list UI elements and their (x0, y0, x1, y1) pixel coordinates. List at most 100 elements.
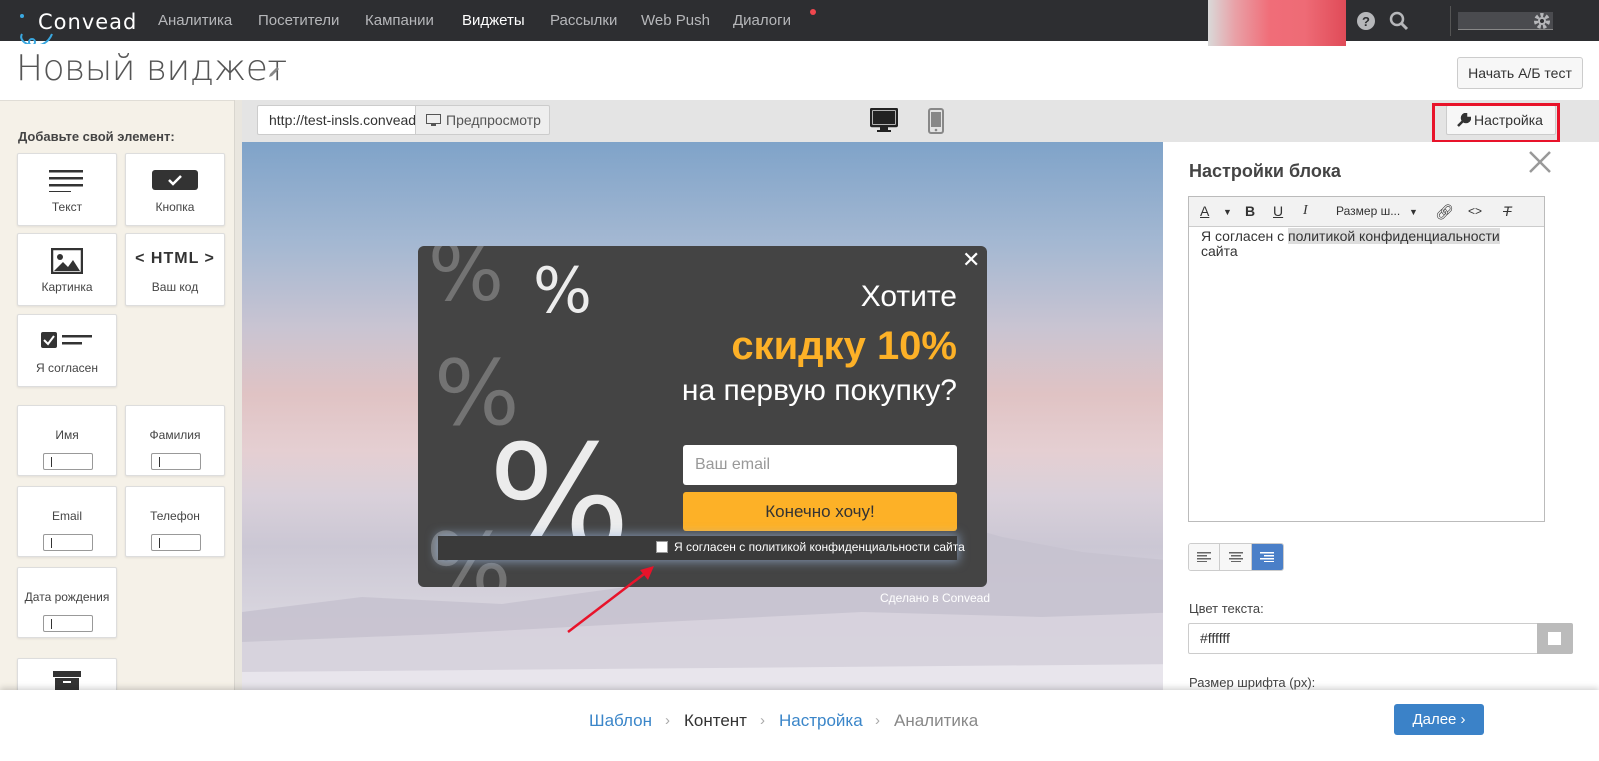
svg-text:?: ? (1362, 14, 1370, 29)
tile-phone[interactable]: Телефон (125, 486, 225, 557)
pixelated-avatar (1208, 0, 1346, 46)
mini-input-icon (43, 534, 93, 551)
popup-email-input[interactable]: Ваш email (683, 445, 957, 485)
clear-format-icon[interactable]: T (1503, 203, 1512, 219)
mini-input-icon (43, 615, 93, 632)
underline-icon[interactable]: U (1273, 203, 1283, 219)
align-right-button[interactable] (1251, 544, 1283, 570)
search-icon[interactable] (1389, 11, 1409, 31)
monitor-icon (426, 114, 441, 126)
link-icon[interactable]: 🔗︎ (1435, 203, 1454, 221)
nav-item-dialogs[interactable]: Диалоги (733, 12, 791, 29)
tile-email[interactable]: Email (17, 486, 117, 557)
tile-last-name[interactable]: Фамилия (125, 405, 225, 476)
wizard-footer: Шаблон › Контент › Настройка › Аналитика… (0, 690, 1599, 761)
chevron-right-icon: › (875, 712, 880, 729)
help-icon[interactable]: ? (1356, 11, 1376, 31)
desktop-view-icon[interactable] (870, 108, 898, 132)
align-center-button[interactable] (1220, 544, 1252, 570)
start-ab-test-button[interactable]: Начать А/Б тест (1457, 57, 1583, 89)
tile-first-name[interactable]: Имя (17, 405, 117, 476)
sidebar-heading: Добавьте свой элемент: (18, 129, 175, 144)
image-icon (51, 248, 83, 274)
agree-checkbox[interactable] (656, 541, 668, 553)
logo-text: Convead (38, 10, 138, 34)
html-code-icon: < HTML > (135, 250, 215, 267)
page-title: Новый виджет (16, 48, 287, 89)
nav-item-mailings[interactable]: Рассылки (550, 12, 617, 29)
gear-icon[interactable] (1532, 11, 1552, 31)
tile-button[interactable]: Кнопка (125, 153, 225, 226)
color-picker-button[interactable] (1537, 623, 1573, 654)
step-content: Контент (684, 711, 747, 730)
rich-text-editor[interactable]: A ▼ B U I Размер ш... ▼ 🔗︎ <> T Я соглас… (1188, 196, 1545, 522)
source-code-icon[interactable]: <> (1468, 204, 1482, 218)
tile-birthdate[interactable]: Дата рождения (17, 567, 117, 638)
nav-item-widgets[interactable]: Виджеты (462, 12, 525, 29)
tile-label: Дата рождения (24, 590, 110, 604)
popup-headline-2: скидку 10% (731, 324, 957, 368)
next-label: Далее (1412, 711, 1457, 728)
nav-item-campaigns[interactable]: Кампании (365, 12, 434, 29)
text-color-icon[interactable]: A (1200, 203, 1209, 219)
editor-content[interactable]: Я согласен с политикой конфиденциальност… (1201, 228, 1531, 259)
nav-item-visitors[interactable]: Посетители (258, 12, 339, 29)
annotation-highlight-box (1432, 103, 1560, 143)
bold-icon[interactable]: B (1245, 203, 1255, 219)
chevron-right-icon: › (665, 712, 670, 729)
step-analytics: Аналитика (894, 711, 979, 730)
chevron-right-icon: › (760, 712, 765, 729)
tile-text[interactable]: Текст (17, 153, 117, 226)
tile-label: Картинка (41, 280, 93, 294)
step-template[interactable]: Шаблон (589, 711, 652, 731)
popup-submit-button[interactable]: Конечно хочу! (683, 492, 957, 531)
popup-agree-block[interactable]: Я согласен с политикой конфиденциальност… (438, 536, 965, 560)
nav-item-web-push[interactable]: Web Push (641, 12, 710, 29)
made-by-convead[interactable]: Сделано в Convead (880, 591, 990, 605)
preview-button[interactable]: Предпросмотр (415, 105, 550, 135)
notification-dot (810, 9, 816, 15)
italic-icon[interactable]: I (1303, 203, 1308, 219)
next-button[interactable]: Далее › (1394, 704, 1484, 735)
popup-headline-3: на первую покупку? (681, 374, 957, 407)
chevron-down-icon[interactable]: ▼ (1409, 207, 1418, 217)
mobile-view-icon[interactable] (928, 108, 944, 134)
text-color-input[interactable]: #ffffff (1188, 623, 1538, 654)
chevron-down-icon[interactable]: ▼ (1223, 207, 1232, 217)
widget-popup: % % % % % Хотите скидку 10% на первую по… (418, 246, 987, 587)
top-nav: Convead Аналитика Посетители Кампании Ви… (0, 0, 1599, 46)
archive-box-icon (53, 671, 81, 691)
mini-input-icon (151, 453, 201, 470)
font-size-label: Размер шрифта (px): (1189, 675, 1316, 690)
sidebar-resize-handle[interactable] (234, 100, 242, 704)
editor-text-tail: сайта (1201, 243, 1238, 259)
panel-close-icon[interactable] (1528, 150, 1552, 174)
editor-toolbar: A ▼ B U I Размер ш... ▼ 🔗︎ <> T (1189, 197, 1544, 227)
element-sidebar: Добавьте свой элемент: Текст Кнопка Карт… (0, 100, 234, 718)
align-left-button[interactable] (1189, 544, 1221, 570)
align-center-icon (1228, 552, 1243, 562)
preview-url-field[interactable]: http://test-insls.convead.ru (257, 105, 417, 135)
mini-input-icon (151, 534, 201, 551)
step-settings[interactable]: Настройка (779, 711, 863, 731)
convead-logo[interactable]: Convead (14, 4, 144, 44)
popup-headline-1: Хотите (860, 280, 957, 313)
editor-text-plain: Я согласен с (1201, 228, 1288, 244)
text-color-label: Цвет текста: (1189, 601, 1264, 616)
tile-image[interactable]: Картинка (17, 233, 117, 306)
popup-close-icon[interactable]: ✕ (962, 249, 980, 271)
preview-label: Предпросмотр (446, 112, 541, 128)
percent-decoration: % (428, 246, 505, 319)
button-icon (152, 170, 198, 190)
panel-title: Настройки блока (1189, 161, 1341, 181)
tile-agree[interactable]: Я согласен (17, 314, 117, 387)
tile-custom-code[interactable]: < HTML > Ваш код (125, 233, 225, 306)
font-size-dropdown[interactable]: Размер ш... (1336, 204, 1400, 218)
edit-pencil-icon[interactable] (268, 66, 280, 78)
text-align-group (1188, 543, 1284, 571)
tile-label: Телефон (150, 509, 200, 523)
checkbox-agree-icon (41, 332, 92, 348)
preview-toolbar: http://test-insls.convead.ru Предпросмот… (242, 100, 1599, 142)
nav-item-analytics[interactable]: Аналитика (158, 12, 232, 29)
nav-separator (1450, 6, 1451, 36)
